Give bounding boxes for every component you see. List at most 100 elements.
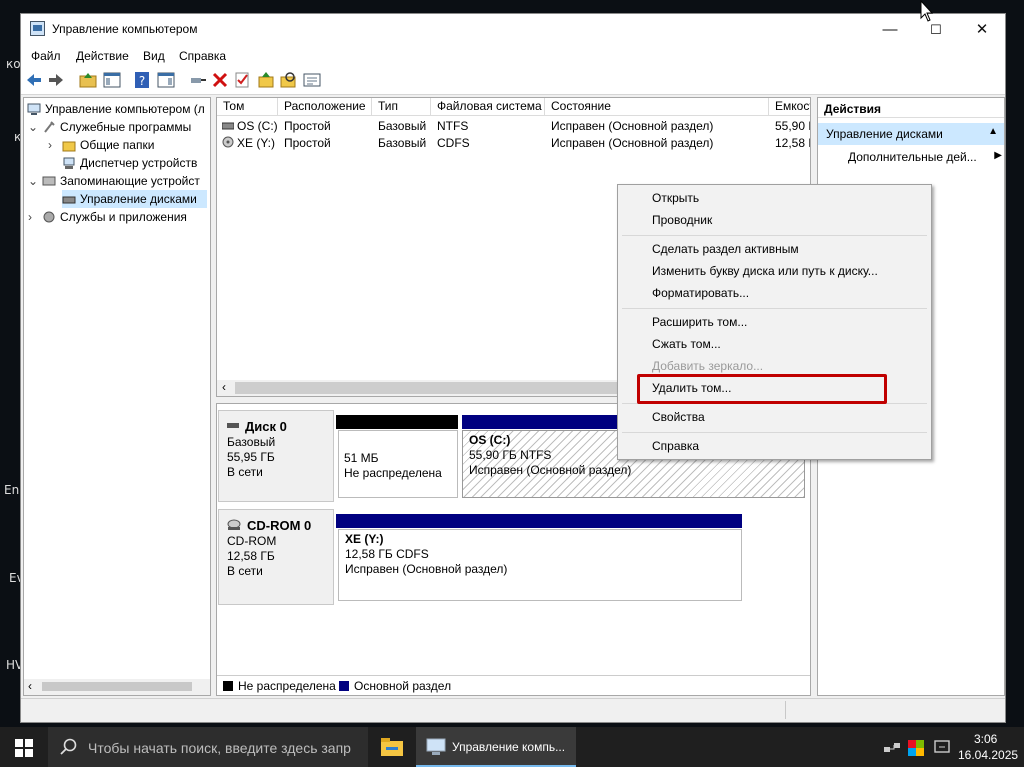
- computer-management-icon: [27, 103, 41, 115]
- tree-item-disk-management[interactable]: Управление дисками: [62, 190, 207, 208]
- status-divider: [785, 701, 786, 719]
- notification-icon[interactable]: [934, 740, 950, 754]
- scroll-thumb[interactable]: [235, 382, 625, 394]
- column-header[interactable]: Тип: [372, 98, 431, 116]
- cdrom-0-label[interactable]: CD-ROM 0 CD-ROM 12,58 ГБ В сети: [218, 509, 334, 605]
- tree-item-storage[interactable]: ⌄ Запоминающие устройст: [28, 172, 200, 190]
- check-icon[interactable]: [233, 71, 251, 89]
- actions-section-disk-management[interactable]: Управление дисками ▲: [818, 123, 1004, 145]
- tree-item-shared-folders[interactable]: › Общие папки: [48, 136, 154, 154]
- chevron-right-icon[interactable]: ›: [48, 136, 62, 154]
- collapse-icon[interactable]: ▲: [988, 126, 998, 137]
- scroll-left-icon[interactable]: ‹: [28, 679, 32, 693]
- menu-item-mark-active[interactable]: Сделать раздел активным: [652, 239, 799, 259]
- close-button[interactable]: ✕: [959, 14, 1005, 45]
- chevron-down-icon[interactable]: ⌄: [28, 172, 42, 190]
- back-arrow-icon[interactable]: [25, 71, 43, 89]
- disk-status: В сети: [227, 564, 263, 578]
- menu-item-properties[interactable]: Свойства: [652, 407, 705, 427]
- legend-swatch-unallocated: [223, 681, 233, 691]
- forward-arrow-icon[interactable]: [47, 71, 65, 89]
- column-header[interactable]: Емкост: [769, 98, 810, 116]
- clock-time[interactable]: 3:06: [974, 732, 997, 746]
- menu-separator: [622, 308, 927, 309]
- partition-title: XE (Y:): [345, 532, 384, 546]
- column-header[interactable]: Состояние: [545, 98, 769, 116]
- up-folder-icon[interactable]: [79, 71, 97, 89]
- horizontal-scrollbar[interactable]: ‹: [24, 679, 210, 695]
- clock-date[interactable]: 16.04.2025: [958, 748, 1018, 762]
- taskbar-search-box[interactable]: Чтобы начать поиск, введите здесь запр: [48, 727, 368, 767]
- show-action-pane-icon[interactable]: [157, 71, 175, 89]
- disk-status: В сети: [227, 465, 263, 479]
- chevron-right-icon[interactable]: ›: [28, 208, 42, 226]
- delete-icon[interactable]: [211, 71, 229, 89]
- unallocated-partition[interactable]: 51 МБ Не распределена: [338, 430, 458, 498]
- menu-item-change-letter[interactable]: Изменить букву диска или путь к диску...: [652, 261, 878, 281]
- partition-xe-y[interactable]: XE (Y:) 12,58 ГБ CDFS Исправен (Основной…: [338, 529, 742, 601]
- computer-management-icon: [426, 738, 446, 755]
- help-icon[interactable]: ?: [133, 71, 151, 89]
- menu-item-shrink[interactable]: Сжать том...: [652, 334, 721, 354]
- volume-fs: CDFS: [437, 136, 470, 150]
- toolbar: ?: [21, 66, 1005, 95]
- menu-file[interactable]: Файл: [31, 49, 61, 63]
- minimize-button[interactable]: —: [867, 14, 913, 45]
- taskbar-app-computer-management[interactable]: Управление компь...: [416, 727, 576, 767]
- tree-item-device-manager[interactable]: Диспетчер устройств: [62, 154, 197, 172]
- color-app-icon[interactable]: [908, 740, 924, 756]
- desktop-text: ко: [6, 57, 21, 71]
- storage-icon: [42, 176, 56, 186]
- volume-type: Базовый: [378, 119, 427, 133]
- window-title: Управление компьютером: [52, 22, 198, 36]
- taskbar-file-explorer[interactable]: [371, 727, 415, 767]
- more-actions-label: Дополнительные дей...: [848, 150, 977, 164]
- show-hide-tree-icon[interactable]: [103, 71, 121, 89]
- submenu-arrow-icon: ▶: [994, 150, 1002, 161]
- search-icon: [60, 738, 77, 755]
- menu-item-format[interactable]: Форматировать...: [652, 283, 749, 303]
- menu-item-open[interactable]: Открыть: [652, 188, 699, 208]
- navigation-tree: Управление компьютером (л ⌄ Служебные про…: [23, 97, 211, 696]
- menu-view[interactable]: Вид: [143, 49, 165, 63]
- device-manager-icon: [63, 157, 75, 169]
- partition-status: Исправен (Основной раздел): [469, 463, 632, 477]
- partition-size: 12,58 ГБ CDFS: [345, 547, 429, 561]
- volume-layout: Простой: [284, 119, 331, 133]
- scroll-thumb[interactable]: [42, 682, 192, 691]
- chevron-down-icon[interactable]: ⌄: [28, 118, 42, 136]
- column-header[interactable]: Расположение: [278, 98, 372, 116]
- menu-item-help[interactable]: Справка: [652, 436, 699, 456]
- connect-icon[interactable]: [189, 71, 207, 89]
- menu-action[interactable]: Действие: [76, 49, 129, 63]
- disk-name: Диск 0: [245, 419, 287, 434]
- menu-help[interactable]: Справка: [179, 49, 226, 63]
- volume-name: OS (C:): [237, 119, 278, 133]
- column-header[interactable]: Том: [217, 98, 278, 116]
- menu-item-extend[interactable]: Расширить том...: [652, 312, 747, 332]
- disk-0-label[interactable]: Диск 0 Базовый 55,95 ГБ В сети: [218, 410, 334, 502]
- cd-drive-icon: [222, 136, 234, 148]
- unallocated-bar: [336, 415, 458, 429]
- tree-item-system-tools[interactable]: ⌄ Служебные программы: [28, 118, 191, 136]
- legend-label: Не распределена: [238, 679, 336, 693]
- tree-label: Запоминающие устройст: [60, 174, 200, 188]
- tree-label: Общие папки: [80, 138, 155, 152]
- mouse-cursor-icon: [920, 0, 934, 22]
- properties-icon[interactable]: [303, 71, 321, 89]
- folder-up-icon[interactable]: [257, 71, 275, 89]
- menu-item-explorer[interactable]: Проводник: [652, 210, 712, 230]
- volume-status: Исправен (Основной раздел): [551, 136, 714, 150]
- more-actions-item[interactable]: Дополнительные дей... ▶: [848, 150, 1002, 168]
- windows-start-icon[interactable]: [15, 739, 33, 757]
- partition-label: Не распределена: [344, 466, 442, 480]
- tree-item-root[interactable]: Управление компьютером (л: [27, 100, 205, 118]
- volume-capacity: 12,58 Г: [775, 136, 811, 150]
- network-icon[interactable]: [884, 741, 900, 755]
- disk-icon: [227, 423, 239, 428]
- tree-item-services[interactable]: › Службы и приложения: [28, 208, 187, 226]
- column-header[interactable]: Файловая система: [431, 98, 545, 116]
- computer-management-icon: [30, 21, 45, 36]
- scroll-left-icon[interactable]: ‹: [222, 380, 226, 394]
- search-folder-icon[interactable]: [279, 71, 297, 89]
